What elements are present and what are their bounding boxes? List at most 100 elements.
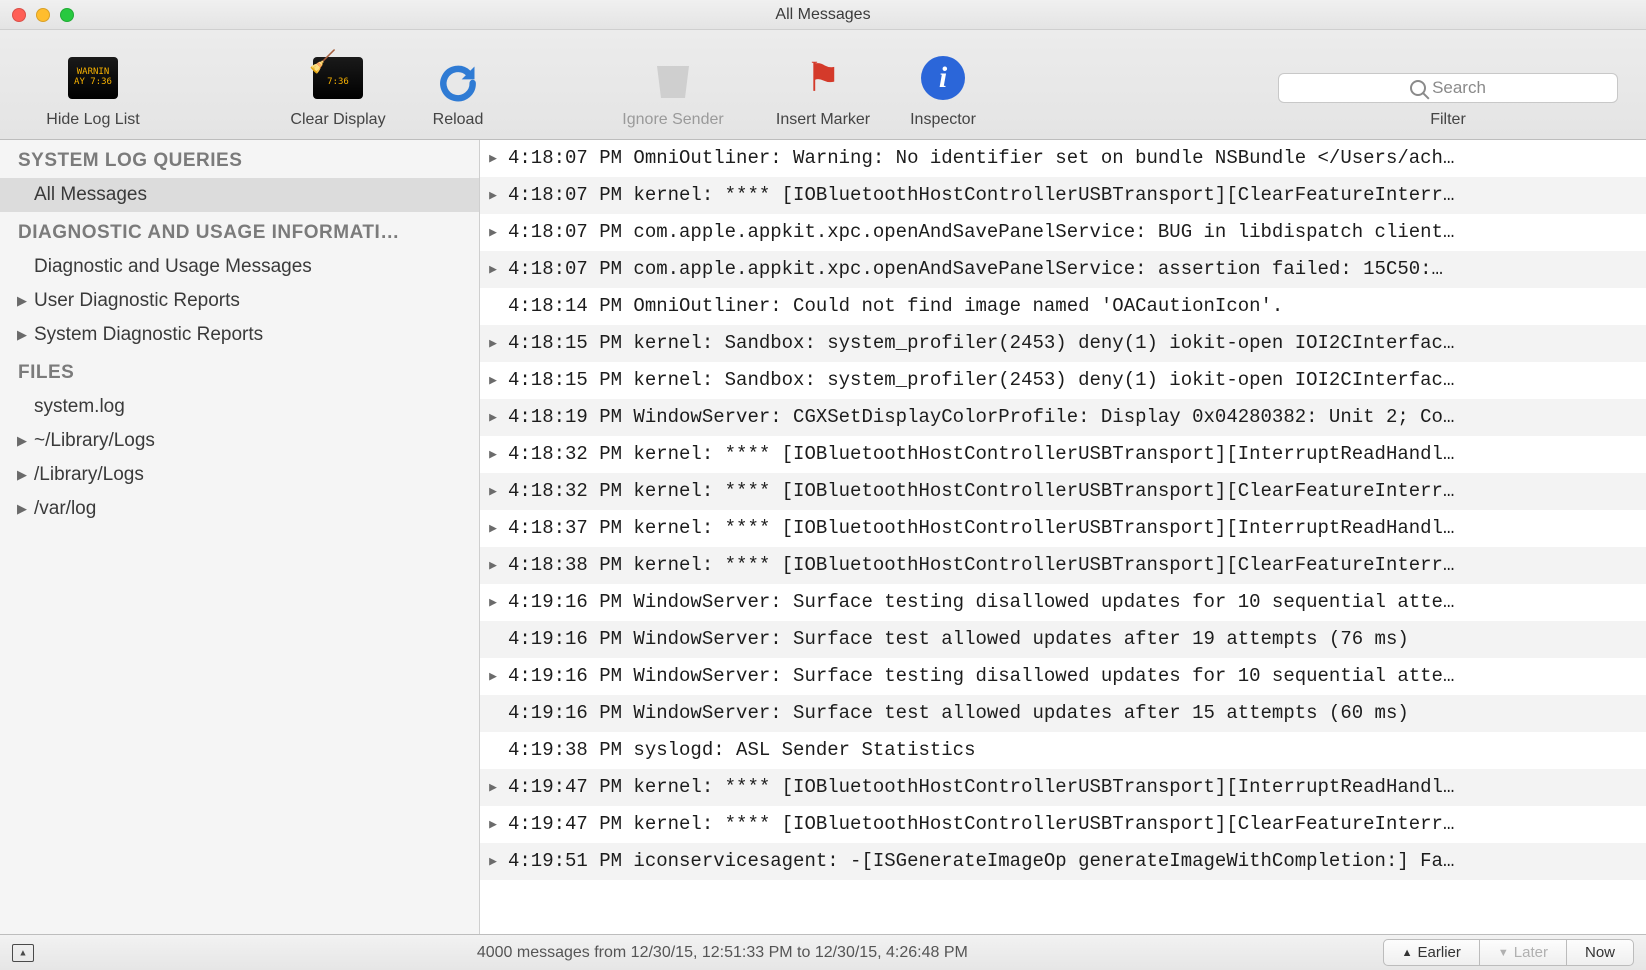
sidebar-item-label: /Library/Logs [34, 464, 144, 486]
reload-label: Reload [433, 111, 484, 129]
log-message: 4:18:07 PM com.apple.appkit.xpc.openAndS… [508, 251, 1443, 288]
log-row[interactable]: ▶4:19:47 PM kernel: **** [IOBluetoothHos… [480, 806, 1646, 843]
sidebar-item-label: ~/Library/Logs [34, 430, 155, 452]
insert-marker-button[interactable]: ⚑ Insert Marker [748, 51, 898, 129]
sidebar-section-header: SYSTEM LOG QUERIES [0, 140, 479, 178]
log-row[interactable]: ▶4:18:07 PM kernel: **** [IOBluetoothHos… [480, 177, 1646, 214]
sidebar-item[interactable]: ▶ ~/Library/Logs [0, 424, 479, 458]
log-message: 4:19:16 PM WindowServer: Surface test al… [508, 621, 1409, 658]
log-row[interactable]: ▶4:18:32 PM kernel: **** [IOBluetoothHos… [480, 473, 1646, 510]
log-row[interactable]: ▶4:19:47 PM kernel: **** [IOBluetoothHos… [480, 769, 1646, 806]
log-message: 4:18:32 PM kernel: **** [IOBluetoothHost… [508, 436, 1454, 473]
screen-sharing-icon[interactable] [12, 944, 34, 962]
triangle-down-icon: ▼ [1498, 947, 1509, 959]
clear-display-button[interactable]: 7:36 🧹 Clear Display [263, 51, 413, 129]
earlier-label: Earlier [1418, 944, 1461, 961]
log-message: 4:18:37 PM kernel: **** [IOBluetoothHost… [508, 510, 1454, 547]
reload-button[interactable]: Reload [413, 61, 503, 129]
search-input[interactable]: Search [1278, 73, 1618, 103]
window-controls [0, 8, 74, 22]
disclosure-triangle-icon[interactable]: ▶ [484, 362, 502, 399]
earlier-button[interactable]: ▲ Earlier [1383, 939, 1480, 966]
log-message: 4:18:15 PM kernel: Sandbox: system_profi… [508, 325, 1454, 362]
triangle-up-icon: ▲ [1402, 947, 1413, 959]
disclosure-triangle-icon[interactable]: ▶ [484, 806, 502, 843]
log-row[interactable]: ▶4:18:14 PM OmniOutliner: Could not find… [480, 288, 1646, 325]
flag-icon: ⚑ [796, 51, 850, 105]
minimize-window-button[interactable] [36, 8, 50, 22]
later-button[interactable]: ▼ Later [1480, 939, 1566, 966]
disclosure-triangle-icon[interactable]: ▶ [484, 584, 502, 621]
reload-icon [436, 61, 480, 105]
inspector-button[interactable]: i Inspector [898, 51, 988, 129]
log-message: 4:19:16 PM WindowServer: Surface testing… [508, 584, 1454, 621]
sidebar-item[interactable]: ▶/var/log [0, 492, 479, 526]
log-row[interactable]: ▶4:18:15 PM kernel: Sandbox: system_prof… [480, 362, 1646, 399]
disclosure-triangle-icon[interactable]: ▶ [484, 177, 502, 214]
log-row[interactable]: ▶4:18:32 PM kernel: **** [IOBluetoothHos… [480, 436, 1646, 473]
disclosure-triangle-icon[interactable]: ▶ [484, 843, 502, 880]
log-row[interactable]: ▶4:18:07 PM com.apple.appkit.xpc.openAnd… [480, 214, 1646, 251]
sidebar-item[interactable]: ▶System Diagnostic Reports [0, 318, 479, 352]
disclosure-triangle-icon[interactable]: ▶ [484, 251, 502, 288]
log-row[interactable]: ▶4:19:16 PM WindowServer: Surface test a… [480, 621, 1646, 658]
sidebar-item[interactable]: system.log [0, 390, 479, 424]
disclosure-triangle-icon[interactable]: ▶ [484, 436, 502, 473]
log-message: 4:18:14 PM OmniOutliner: Could not find … [508, 288, 1283, 325]
sidebar-section-header: DIAGNOSTIC AND USAGE INFORMATI… [0, 212, 479, 250]
log-row[interactable]: ▶4:18:07 PM com.apple.appkit.xpc.openAnd… [480, 251, 1646, 288]
close-window-button[interactable] [12, 8, 26, 22]
disclosure-triangle-icon[interactable]: ▶ [484, 473, 502, 510]
zoom-window-button[interactable] [60, 8, 74, 22]
clear-display-label: Clear Display [290, 111, 385, 129]
log-row[interactable]: ▶4:19:16 PM WindowServer: Surface testin… [480, 584, 1646, 621]
log-row[interactable]: ▶4:19:51 PM iconservicesagent: -[ISGener… [480, 843, 1646, 880]
log-message: 4:19:47 PM kernel: **** [IOBluetoothHost… [508, 769, 1454, 806]
log-message: 4:19:16 PM WindowServer: Surface testing… [508, 658, 1454, 695]
ignore-sender-button[interactable]: Ignore Sender [598, 51, 748, 129]
now-button[interactable]: Now [1566, 939, 1634, 966]
log-pane[interactable]: ▶4:18:07 PM OmniOutliner: Warning: No id… [480, 140, 1646, 934]
disclosure-triangle-icon[interactable]: ▶ [16, 293, 28, 309]
sidebar-item[interactable]: ▶ /Library/Logs [0, 458, 479, 492]
main-split: SYSTEM LOG QUERIESAll MessagesDIAGNOSTIC… [0, 140, 1646, 934]
disclosure-triangle-icon[interactable]: ▶ [484, 547, 502, 584]
log-row[interactable]: ▶4:18:15 PM kernel: Sandbox: system_prof… [480, 325, 1646, 362]
sidebar-item[interactable]: All Messages [0, 178, 479, 212]
hide-log-list-button[interactable]: WARNINAY 7:36 Hide Log List [18, 51, 168, 129]
log-message: 4:19:47 PM kernel: **** [IOBluetoothHost… [508, 806, 1454, 843]
sidebar-item[interactable]: Diagnostic and Usage Messages [0, 250, 479, 284]
disclosure-triangle-icon[interactable]: ▶ [484, 140, 502, 177]
log-row[interactable]: ▶4:19:16 PM WindowServer: Surface test a… [480, 695, 1646, 732]
filter-label: Filter [1430, 111, 1466, 129]
disclosure-triangle-icon[interactable]: ▶ [16, 467, 28, 483]
disclosure-triangle-icon[interactable]: ▶ [484, 658, 502, 695]
disclosure-triangle-icon[interactable]: ▶ [16, 433, 28, 449]
sidebar-item[interactable]: ▶User Diagnostic Reports [0, 284, 479, 318]
log-message: 4:18:07 PM com.apple.appkit.xpc.openAndS… [508, 214, 1454, 251]
log-message: 4:18:38 PM kernel: **** [IOBluetoothHost… [508, 547, 1454, 584]
insert-marker-label: Insert Marker [776, 111, 870, 129]
disclosure-triangle-icon[interactable]: ▶ [484, 399, 502, 436]
log-message: 4:18:15 PM kernel: Sandbox: system_profi… [508, 362, 1454, 399]
disclosure-triangle-icon[interactable]: ▶ [484, 325, 502, 362]
log-row[interactable]: ▶4:18:38 PM kernel: **** [IOBluetoothHos… [480, 547, 1646, 584]
log-row[interactable]: ▶4:19:16 PM WindowServer: Surface testin… [480, 658, 1646, 695]
disclosure-triangle-icon[interactable]: ▶ [484, 214, 502, 251]
sidebar-item-label: Diagnostic and Usage Messages [34, 256, 312, 278]
log-message: 4:19:16 PM WindowServer: Surface test al… [508, 695, 1409, 732]
info-icon: i [916, 51, 970, 105]
search-placeholder: Search [1432, 78, 1486, 98]
disclosure-triangle-icon[interactable]: ▶ [16, 327, 28, 343]
disclosure-triangle-icon[interactable]: ▶ [484, 769, 502, 806]
disclosure-triangle-icon[interactable]: ▶ [484, 510, 502, 547]
disclosure-triangle-icon[interactable]: ▶ [16, 501, 28, 517]
trash-icon [646, 51, 700, 105]
log-row[interactable]: ▶4:19:38 PM syslogd: ASL Sender Statisti… [480, 732, 1646, 769]
log-message: 4:18:19 PM WindowServer: CGXSetDisplayCo… [508, 399, 1454, 436]
log-row[interactable]: ▶4:18:07 PM OmniOutliner: Warning: No id… [480, 140, 1646, 177]
log-row[interactable]: ▶4:18:37 PM kernel: **** [IOBluetoothHos… [480, 510, 1646, 547]
hide-log-list-label: Hide Log List [46, 111, 139, 129]
status-summary: 4000 messages from 12/30/15, 12:51:33 PM… [72, 944, 1373, 962]
log-row[interactable]: ▶4:18:19 PM WindowServer: CGXSetDisplayC… [480, 399, 1646, 436]
